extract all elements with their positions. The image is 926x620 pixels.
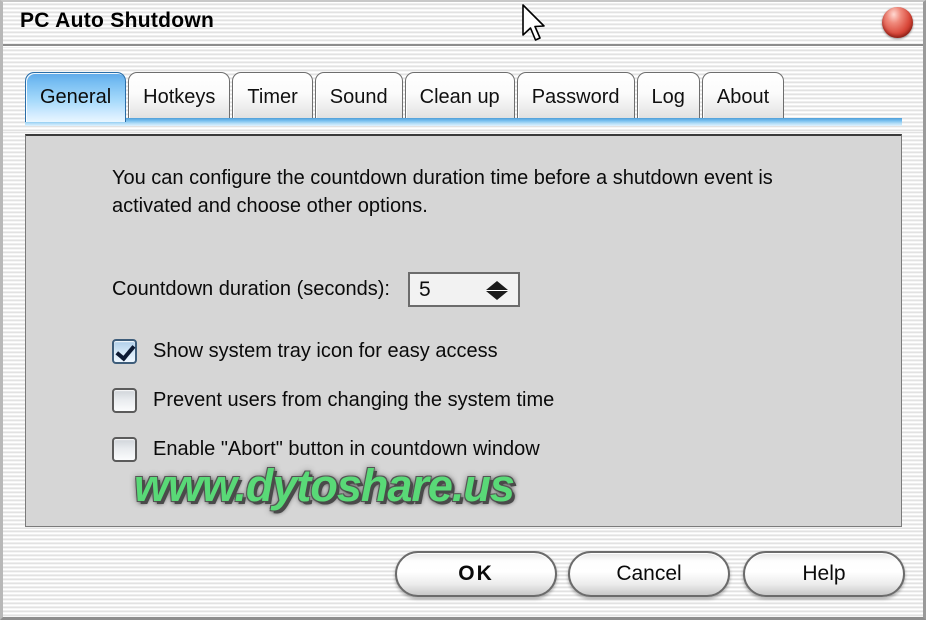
help-button[interactable]: Help xyxy=(743,551,905,597)
title-bar: PC Auto Shutdown xyxy=(3,2,923,46)
tab-log[interactable]: Log xyxy=(636,72,700,122)
tab-content-panel-general: You can configure the countdown duration… xyxy=(25,134,902,527)
tab-label: Timer xyxy=(247,86,298,108)
checkbox-row-enable-abort-button[interactable]: Enable "Abort" button in countdown windo… xyxy=(112,437,540,462)
checkbox-row-show-tray-icon[interactable]: Show system tray icon for easy access xyxy=(112,339,498,364)
tab-bar: General Hotkeys Timer Sound Clean up Pas… xyxy=(3,48,923,132)
tab-general[interactable]: General xyxy=(25,72,127,122)
tab-about[interactable]: About xyxy=(701,72,785,122)
tab-hotkeys[interactable]: Hotkeys xyxy=(128,72,231,122)
checkbox-show-tray-icon[interactable] xyxy=(112,339,137,364)
spinner-down-arrow-icon[interactable] xyxy=(485,291,508,300)
tab-sound[interactable]: Sound xyxy=(314,72,403,122)
tab-label: General xyxy=(40,86,112,108)
countdown-duration-label: Countdown duration (seconds): xyxy=(112,278,390,300)
spinner-arrows[interactable] xyxy=(482,276,512,305)
countdown-duration-row: Countdown duration (seconds): 5 xyxy=(112,272,520,307)
tab-timer[interactable]: Timer xyxy=(232,72,313,122)
close-window-button[interactable] xyxy=(882,7,913,38)
checkbox-label: Enable "Abort" button in countdown windo… xyxy=(153,438,540,460)
countdown-duration-input[interactable]: 5 xyxy=(410,278,431,302)
checkbox-label: Show system tray icon for easy access xyxy=(153,340,498,362)
tab-label: Password xyxy=(531,86,620,108)
tab-password[interactable]: Password xyxy=(516,72,635,122)
tab-list: General Hotkeys Timer Sound Clean up Pas… xyxy=(25,68,786,122)
tab-label: Hotkeys xyxy=(143,86,216,108)
tab-label: About xyxy=(716,86,770,108)
window-title: PC Auto Shutdown xyxy=(20,9,215,32)
spinner-up-arrow-icon[interactable] xyxy=(485,281,508,290)
checkbox-prevent-time-change[interactable] xyxy=(112,388,137,413)
watermark-text: www.dytoshare.us xyxy=(134,460,515,511)
tab-label: Sound xyxy=(329,86,388,108)
cancel-button[interactable]: Cancel xyxy=(568,551,730,597)
tab-label: Clean up xyxy=(419,86,500,108)
checkbox-enable-abort-button[interactable] xyxy=(112,437,137,462)
tab-label: Log xyxy=(651,86,685,108)
checkbox-row-prevent-time-change[interactable]: Prevent users from changing the system t… xyxy=(112,388,554,413)
panel-description-text: You can configure the countdown duration… xyxy=(112,167,773,217)
dialog-footer: OK Cancel Help xyxy=(3,529,923,617)
checkbox-label: Prevent users from changing the system t… xyxy=(153,389,555,411)
application-window: PC Auto Shutdown General Hotkeys Timer S… xyxy=(0,0,926,620)
tab-clean-up[interactable]: Clean up xyxy=(404,72,515,122)
countdown-duration-spinner[interactable]: 5 xyxy=(407,272,520,307)
tab-underline-bar xyxy=(25,118,902,126)
ok-button[interactable]: OK xyxy=(395,551,557,597)
